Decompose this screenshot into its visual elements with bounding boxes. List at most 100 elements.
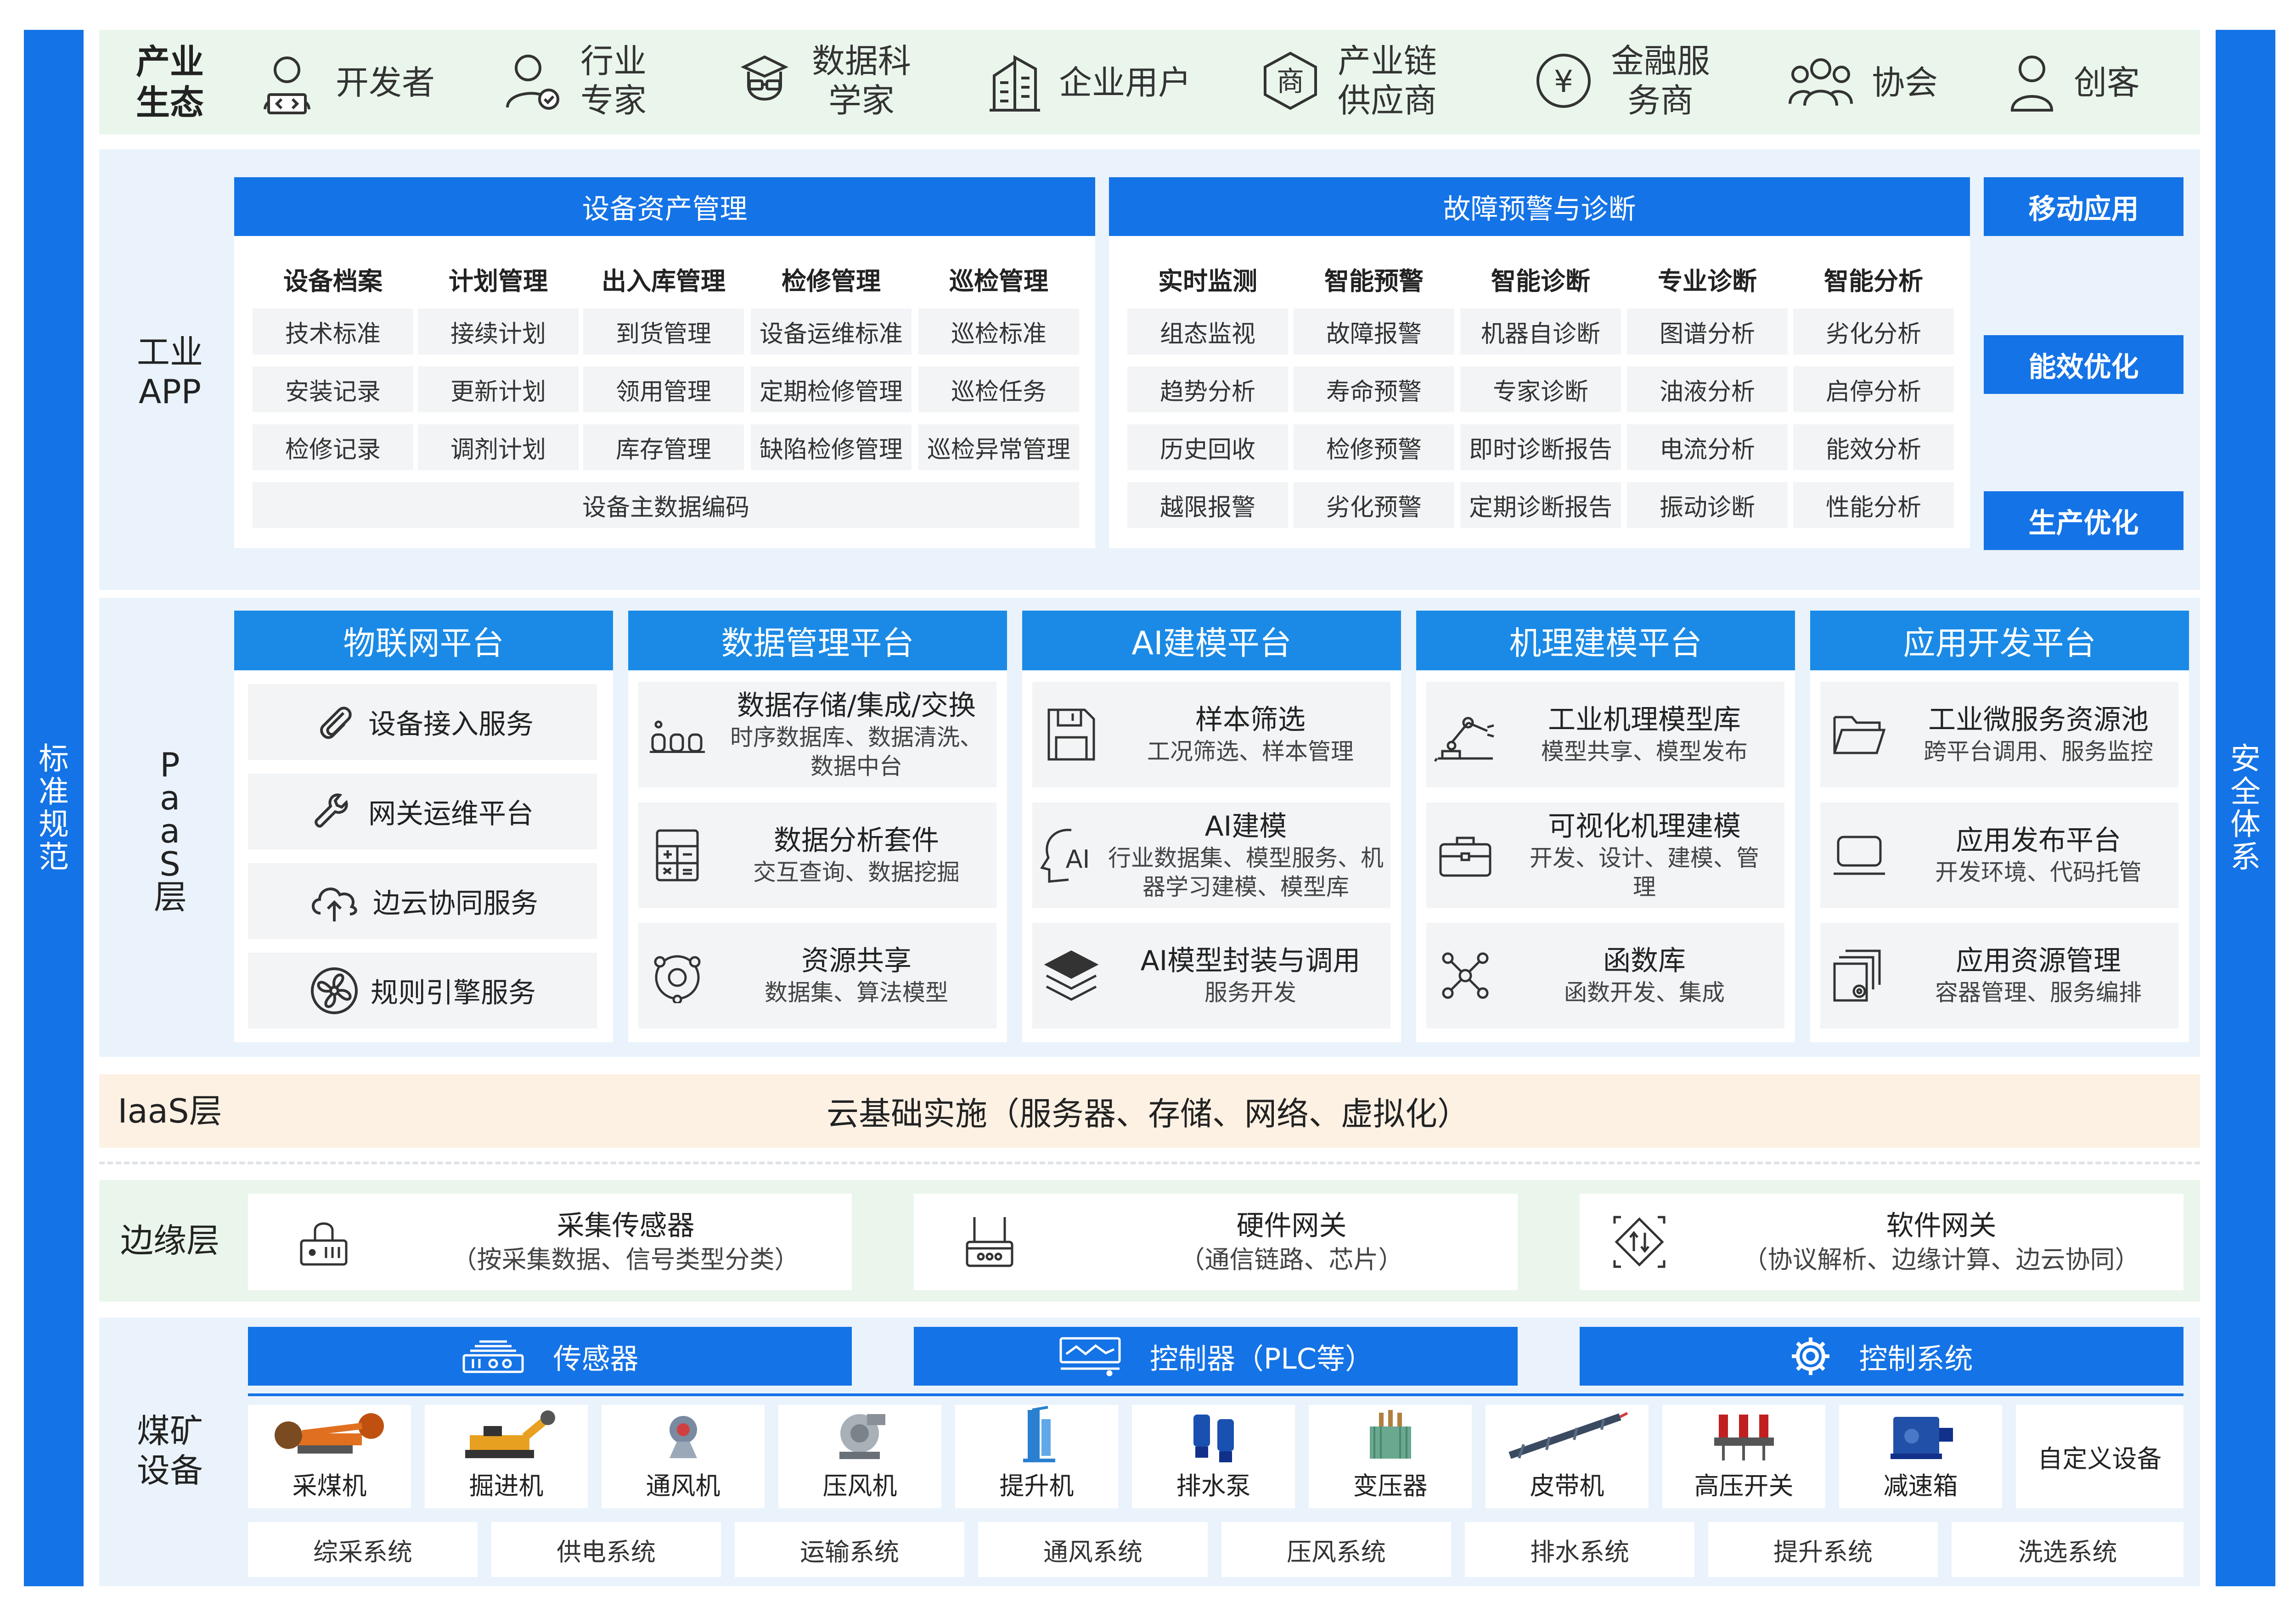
fault-cell[interactable]: 振动诊断 <box>1627 482 1788 528</box>
edge-item[interactable]: 软件网关 （协议解析、边缘计算、边云协同） <box>1580 1194 2183 1290</box>
equipment-label: 排水泵 <box>1176 1471 1251 1500</box>
platform-item[interactable]: 资源共享 数据集、算法模型 <box>638 923 996 1028</box>
equipment-card[interactable]: 掘进机 <box>425 1405 588 1508</box>
asset-cell[interactable]: 到货管理 <box>583 309 744 354</box>
asset-cell[interactable]: 更新计划 <box>418 366 579 412</box>
platform-item[interactable]: 数据分析套件 交互查询、数据挖掘 <box>638 803 996 908</box>
iot-item[interactable]: 规则引擎服务 <box>248 953 597 1028</box>
production-optimization-button[interactable]: 生产优化 <box>1984 491 2183 550</box>
platform-item[interactable]: AI模型封装与调用 服务开发 <box>1032 923 1390 1028</box>
system-cell[interactable]: 提升系统 <box>1708 1522 1938 1577</box>
asset-cell[interactable]: 检修记录 <box>253 424 413 470</box>
fault-cell[interactable]: 启停分析 <box>1793 366 1954 412</box>
equipment-card[interactable]: 高压开关 <box>1662 1405 1825 1508</box>
fault-cell[interactable]: 定期诊断报告 <box>1460 482 1621 528</box>
fault-cell[interactable]: 能效分析 <box>1793 424 1954 470</box>
asset-cell[interactable]: 安装记录 <box>253 366 413 412</box>
equipment-card[interactable]: 减速箱 <box>1839 1405 2002 1508</box>
asset-cell[interactable]: 巡检异常管理 <box>918 424 1079 470</box>
equipment-card[interactable]: 提升机 <box>955 1405 1118 1508</box>
mobile-app-button[interactable]: 移动应用 <box>1984 177 2183 236</box>
eco-enterprise[interactable]: 企业用户 <box>987 51 1191 115</box>
iot-item[interactable]: 设备接入服务 <box>248 684 597 760</box>
asset-header[interactable]: 设备资产管理 <box>234 177 1095 236</box>
asset-cell[interactable]: 巡检任务 <box>918 366 1079 412</box>
equipment-card[interactable]: 通风机 <box>602 1405 765 1508</box>
platform-item-desc: 行业数据集、模型服务、机器学习建模、模型库 <box>1108 845 1384 900</box>
data-platform-header[interactable]: 数据管理平台 <box>628 611 1007 670</box>
fault-cell[interactable]: 趋势分析 <box>1127 366 1288 412</box>
iot-item[interactable]: 边云协同服务 <box>248 863 597 939</box>
eco-maker[interactable]: 创客 <box>2007 51 2140 115</box>
control-system-header[interactable]: 控制系统 <box>1580 1327 2183 1386</box>
platform-item[interactable]: 工业微服务资源池 跨平台调用、服务监控 <box>1820 682 2178 787</box>
asset-cell[interactable]: 库存管理 <box>583 424 744 470</box>
eco-supplier[interactable]: 商 产业链供应商 <box>1261 41 1438 121</box>
eco-association[interactable]: 协会 <box>1786 51 1938 115</box>
edge-item-desc: （按采集数据、信号类型分类） <box>452 1245 799 1274</box>
controller-header[interactable]: 控制器（PLC等） <box>914 1327 1518 1386</box>
system-cell[interactable]: 综采系统 <box>248 1522 478 1577</box>
platform-item[interactable]: 样本筛选 工况筛选、样本管理 <box>1032 682 1390 787</box>
equipment-card[interactable]: 压风机 <box>778 1405 941 1508</box>
fault-cell[interactable]: 图谱分析 <box>1627 309 1788 354</box>
asset-footer-cell[interactable]: 设备主数据编码 <box>253 482 1079 528</box>
platform-item[interactable]: 应用资源管理 容器管理、服务编排 <box>1820 923 2178 1028</box>
fault-header[interactable]: 故障预警与诊断 <box>1109 177 1970 236</box>
iot-platform-header[interactable]: 物联网平台 <box>234 611 613 670</box>
fault-cell[interactable]: 组态监视 <box>1127 309 1288 354</box>
energy-optimization-button[interactable]: 能效优化 <box>1984 335 2183 394</box>
system-cell[interactable]: 压风系统 <box>1221 1522 1451 1577</box>
equipment-card[interactable]: 排水泵 <box>1132 1405 1295 1508</box>
fault-cell[interactable]: 劣化预警 <box>1294 482 1454 528</box>
equipment-card[interactable]: 变压器 <box>1309 1405 1472 1508</box>
system-cell[interactable]: 运输系统 <box>735 1522 964 1577</box>
custom-equipment-card[interactable]: 自定义设备 <box>2016 1405 2183 1508</box>
iot-item[interactable]: 网关运维平台 <box>248 774 597 849</box>
eco-developer[interactable]: 开发者 <box>255 51 435 115</box>
system-cell[interactable]: 排水系统 <box>1465 1522 1694 1577</box>
asset-cell[interactable]: 巡检标准 <box>918 309 1079 354</box>
eco-data-scientist[interactable]: 数据科学家 <box>735 41 912 121</box>
asset-cell[interactable]: 技术标准 <box>253 309 413 354</box>
fault-cell[interactable]: 故障报警 <box>1294 309 1454 354</box>
platform-item[interactable]: 工业机理模型库 模型共享、模型发布 <box>1426 682 1784 787</box>
system-cell[interactable]: 通风系统 <box>978 1522 1208 1577</box>
asset-cell[interactable]: 定期检修管理 <box>751 366 912 412</box>
platform-item[interactable]: 函数库 函数开发、集成 <box>1426 923 1784 1028</box>
fault-cell[interactable]: 检修预警 <box>1294 424 1454 470</box>
asset-cell[interactable]: 调剂计划 <box>418 424 579 470</box>
equipment-label: 皮带机 <box>1530 1471 1604 1500</box>
platform-item[interactable]: 应用发布平台 开发环境、代码托管 <box>1820 803 2178 908</box>
equipment-card[interactable]: 采煤机 <box>248 1405 411 1508</box>
asset-cell[interactable]: 缺陷检修管理 <box>751 424 912 470</box>
fault-cell[interactable]: 越限报警 <box>1127 482 1288 528</box>
fault-cell[interactable]: 历史回收 <box>1127 424 1288 470</box>
edge-item[interactable]: 硬件网关 （通信链路、芯片） <box>914 1194 1518 1290</box>
fault-cell[interactable]: 专家诊断 <box>1460 366 1621 412</box>
fault-cell[interactable]: 性能分析 <box>1793 482 1954 528</box>
fault-cell[interactable]: 电流分析 <box>1627 424 1788 470</box>
eco-finance[interactable]: ¥ 金融服务商 <box>1534 41 1711 121</box>
eco-expert[interactable]: 行业专家 <box>503 41 648 121</box>
iot-item-label: 设备接入服务 <box>368 708 534 741</box>
platform-item[interactable]: 数据存储/集成/交换 时序数据库、数据清洗、数据中台 <box>638 682 996 787</box>
appdev-platform-header[interactable]: 应用开发平台 <box>1810 611 2189 670</box>
system-cell[interactable]: 供电系统 <box>491 1522 721 1577</box>
ai-platform-header[interactable]: AI建模平台 <box>1022 611 1401 670</box>
equipment-card[interactable]: 皮带机 <box>1486 1405 1649 1508</box>
platform-item[interactable]: AI AI建模 行业数据集、模型服务、机器学习建模、模型库 <box>1032 803 1390 908</box>
fault-cell[interactable]: 即时诊断报告 <box>1460 424 1621 470</box>
fault-cell[interactable]: 机器自诊断 <box>1460 309 1621 354</box>
platform-item[interactable]: 可视化机理建模 开发、设计、建模、管理 <box>1426 803 1784 908</box>
mechanism-platform-header[interactable]: 机理建模平台 <box>1416 611 1795 670</box>
asset-cell[interactable]: 设备运维标准 <box>751 309 912 354</box>
asset-cell[interactable]: 领用管理 <box>583 366 744 412</box>
system-cell[interactable]: 洗选系统 <box>1952 1522 2183 1577</box>
fault-cell[interactable]: 寿命预警 <box>1294 366 1454 412</box>
edge-item[interactable]: 采集传感器 （按采集数据、信号类型分类） <box>248 1194 852 1290</box>
asset-cell[interactable]: 接续计划 <box>418 309 579 354</box>
fault-cell[interactable]: 劣化分析 <box>1793 309 1954 354</box>
fault-cell[interactable]: 油液分析 <box>1627 366 1788 412</box>
sensor-header[interactable]: 传感器 <box>248 1327 852 1386</box>
